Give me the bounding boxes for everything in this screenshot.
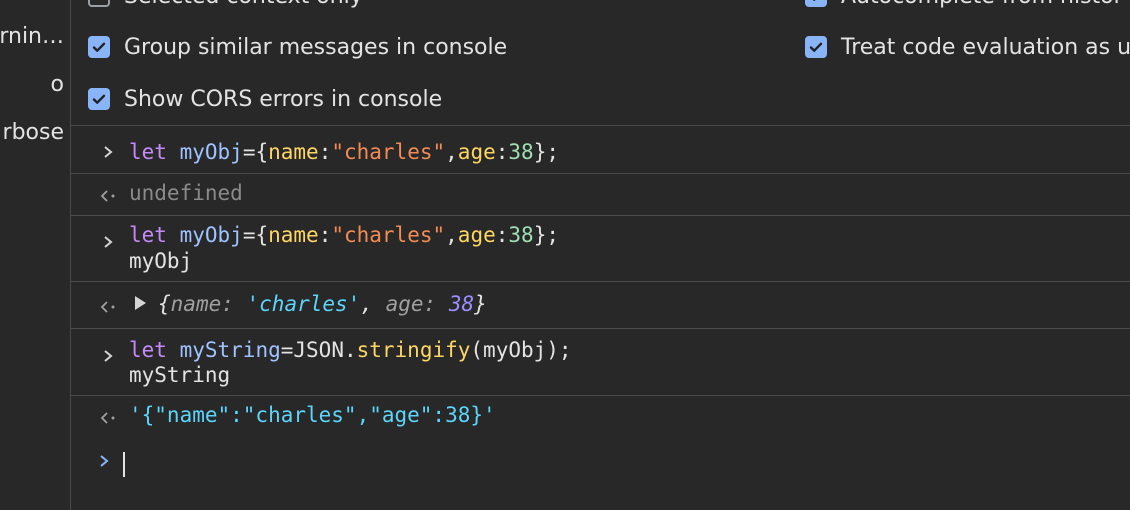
checkmark-icon	[92, 42, 106, 52]
triangle-right-icon[interactable]	[135, 296, 146, 310]
code-line: let myObj={name:"charles",age:38};	[129, 223, 559, 247]
log-level-sidebar: arnin… o rbose	[0, 0, 71, 510]
code-line: let myObj={name:"charles",age:38};	[129, 140, 559, 164]
console-output-entry[interactable]: {name: 'charles', age: 38}	[71, 282, 1130, 329]
object-preview[interactable]: {name: 'charles', age: 38}	[135, 292, 487, 317]
setting-autocomplete-history[interactable]: Autocomplete from histor	[805, 0, 1123, 10]
sidebar-item-warnings[interactable]: arnin…	[0, 24, 64, 49]
output-value: '{"name":"charles","age":38}'	[129, 403, 496, 427]
checkmark-icon	[92, 94, 106, 104]
console-messages[interactable]: let myObj={name:"charles",age:38}; undef…	[71, 126, 1130, 510]
chevron-right-icon	[104, 350, 113, 362]
sidebar-item-info[interactable]: o	[51, 72, 64, 97]
setting-label: Group similar messages in console	[124, 34, 508, 60]
console-output-entry: undefined	[71, 174, 1130, 216]
checkmark-icon	[812, 0, 816, 1]
chevron-right-icon	[100, 455, 109, 467]
output-value: undefined	[129, 181, 243, 205]
console-input-entry[interactable]: let myString=JSON.stringify(myObj); mySt…	[71, 329, 1130, 396]
chevron-right-icon	[104, 146, 113, 158]
checkbox-checked[interactable]	[88, 88, 110, 110]
setting-label: Show CORS errors in console	[124, 86, 443, 112]
setting-selected-context[interactable]: Selected context only	[88, 0, 363, 10]
return-arrow-icon	[100, 301, 115, 313]
checkbox-checked[interactable]	[805, 36, 827, 58]
checkbox-unchecked[interactable]	[88, 0, 110, 7]
setting-group-similar[interactable]: Group similar messages in console	[88, 33, 507, 61]
checkbox-checked[interactable]	[88, 36, 110, 58]
setting-label: Treat code evaluation as u	[841, 34, 1130, 60]
console-settings-panel: Selected context only Autocomplete from …	[71, 0, 1130, 126]
sidebar-item-verbose[interactable]: rbose	[3, 120, 64, 145]
chevron-right-icon	[104, 236, 113, 248]
setting-label: Autocomplete from histor	[841, 0, 1123, 9]
setting-label: Selected context only	[124, 0, 363, 9]
code-line: myObj	[129, 249, 193, 273]
text-cursor	[123, 452, 125, 477]
checkmark-icon	[809, 42, 823, 52]
checkbox-checked[interactable]	[805, 0, 827, 7]
setting-show-cors[interactable]: Show CORS errors in console	[88, 85, 442, 113]
code-line: let myString=JSON.stringify(myObj);	[129, 338, 572, 362]
console-input-entry[interactable]: let myObj={name:"charles",age:38};	[71, 126, 1130, 174]
return-arrow-icon	[100, 190, 115, 202]
console-output-entry: '{"name":"charles","age":38}'	[71, 396, 1130, 438]
code-line: myString	[129, 363, 231, 387]
return-arrow-icon	[100, 412, 115, 424]
console-prompt[interactable]	[71, 438, 1130, 488]
setting-treat-code-eval[interactable]: Treat code evaluation as u	[805, 33, 1130, 61]
console-input-entry[interactable]: let myObj={name:"charles",age:38}; myObj	[71, 216, 1130, 282]
